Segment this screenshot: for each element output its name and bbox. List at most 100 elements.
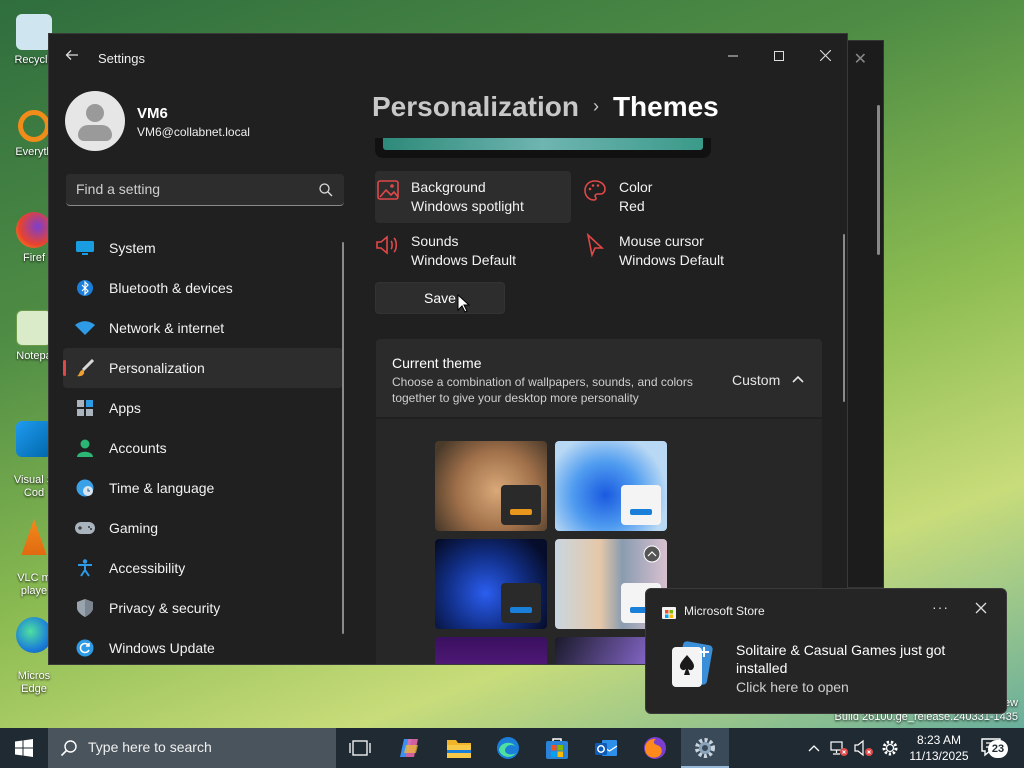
theme-thumbnail-bloom-dark[interactable] bbox=[435, 539, 547, 629]
clock-time: 8:23 AM bbox=[916, 733, 962, 747]
current-theme-expander[interactable]: Current theme Choose a combination of wa… bbox=[376, 339, 822, 417]
maximize-button[interactable] bbox=[756, 40, 802, 72]
sidebar-item-bluetooth[interactable]: Bluetooth & devices bbox=[63, 268, 343, 308]
show-hidden-icons-button[interactable] bbox=[804, 738, 824, 758]
theme-window-preview bbox=[501, 583, 541, 623]
breadcrumb: Personalization › Themes bbox=[372, 91, 719, 123]
palette-icon bbox=[584, 180, 606, 201]
app-title: Settings bbox=[98, 51, 145, 66]
toast-notification[interactable]: Microsoft Store ··· Solitaire & Casual G… bbox=[645, 588, 1007, 714]
taskbar-microsoft-store[interactable] bbox=[533, 728, 581, 768]
taskbar: 8:23 AM 11/13/2025 23 bbox=[0, 728, 1024, 768]
microsoft-store-icon bbox=[662, 607, 676, 619]
taskbar-firefox[interactable] bbox=[631, 728, 679, 768]
tile-value: Windows Default bbox=[619, 252, 725, 268]
sidebar-item-accessibility[interactable]: Accessibility bbox=[63, 548, 343, 588]
save-button[interactable]: Save bbox=[375, 282, 505, 314]
paintbrush-icon bbox=[75, 358, 95, 378]
sidebar-item-windows-update[interactable]: Windows Update bbox=[63, 628, 343, 664]
bluetooth-icon bbox=[75, 278, 95, 298]
sidebar-item-apps[interactable]: Apps bbox=[63, 388, 343, 428]
firefox-icon bbox=[16, 212, 52, 248]
vscode-icon bbox=[16, 421, 52, 457]
task-view-button[interactable] bbox=[336, 728, 384, 768]
sidebar-item-network[interactable]: Network & internet bbox=[63, 308, 343, 348]
scrollbar[interactable] bbox=[877, 105, 880, 255]
sidebar-item-time-language[interactable]: Time & language bbox=[63, 468, 343, 508]
outlook-icon bbox=[595, 740, 618, 756]
more-options-icon[interactable]: ··· bbox=[932, 599, 949, 615]
sidebar-item-system[interactable]: System bbox=[63, 228, 343, 268]
tile-title: Mouse cursor bbox=[619, 233, 704, 249]
main-scrollbar[interactable] bbox=[843, 234, 845, 402]
mouse-cursor-tile[interactable]: Mouse cursor Windows Default bbox=[583, 225, 779, 277]
close-icon bbox=[819, 49, 831, 62]
network-status-button[interactable] bbox=[829, 738, 849, 758]
find-setting-search[interactable] bbox=[66, 174, 344, 206]
gear-icon bbox=[695, 738, 715, 758]
taskbar-outlook[interactable] bbox=[582, 728, 630, 768]
sidebar-item-label: Windows Update bbox=[109, 640, 215, 656]
toast-app-name: Microsoft Store bbox=[684, 604, 765, 618]
start-button[interactable] bbox=[0, 728, 48, 768]
taskbar-edge[interactable] bbox=[484, 728, 532, 768]
accounts-icon bbox=[75, 438, 95, 458]
settings-window: Settings VM6 VM6@collabnet.local System … bbox=[48, 33, 848, 665]
sidebar-item-label: Privacy & security bbox=[109, 600, 221, 616]
sidebar-item-privacy[interactable]: Privacy & security bbox=[63, 588, 343, 628]
solitaire-icon bbox=[672, 641, 713, 687]
wifi-icon bbox=[75, 318, 95, 338]
notepad-icon bbox=[16, 310, 52, 346]
taskbar-search[interactable] bbox=[48, 728, 336, 768]
sidebar-nav: System Bluetooth & devices Network & int… bbox=[63, 228, 343, 664]
theme-thumbnail-bloom-light[interactable] bbox=[555, 441, 667, 531]
theme-preview bbox=[375, 138, 711, 158]
sidebar-item-label: Accessibility bbox=[109, 560, 186, 576]
back-button[interactable] bbox=[61, 48, 83, 68]
recycle-bin-icon bbox=[16, 14, 52, 50]
user-name: VM6 bbox=[137, 105, 168, 122]
taskbar-file-explorer[interactable] bbox=[435, 728, 483, 768]
close-button[interactable] bbox=[802, 40, 847, 72]
chevron-right-icon: › bbox=[592, 96, 599, 116]
sidebar-item-personalization[interactable]: Personalization bbox=[63, 348, 343, 388]
title-bar[interactable]: Settings bbox=[49, 34, 847, 80]
microsoft-store-icon bbox=[546, 738, 568, 759]
sidebar-item-label: Gaming bbox=[109, 520, 159, 536]
folder-icon bbox=[447, 740, 471, 758]
sidebar-item-label: Apps bbox=[109, 400, 141, 416]
taskbar-search-input[interactable] bbox=[88, 739, 318, 755]
taskbar-copilot[interactable] bbox=[386, 728, 434, 768]
tile-value: Windows spotlight bbox=[411, 198, 524, 214]
sidebar-item-label: Time & language bbox=[109, 480, 215, 496]
close-icon[interactable] bbox=[974, 601, 988, 615]
chevron-up-icon[interactable] bbox=[790, 371, 806, 387]
volume-button[interactable] bbox=[854, 738, 874, 758]
minimize-button[interactable] bbox=[710, 40, 756, 72]
settings-tray-button[interactable] bbox=[880, 738, 900, 758]
desktop-icon-label: Micros Edge bbox=[17, 670, 51, 695]
shield-icon bbox=[75, 598, 95, 618]
sidebar-item-label: System bbox=[109, 240, 156, 256]
color-tile[interactable]: Color Red bbox=[583, 171, 779, 223]
sidebar-scrollbar[interactable] bbox=[342, 242, 344, 634]
sidebar-item-accounts[interactable]: Accounts bbox=[63, 428, 343, 468]
close-icon[interactable]: ✕ bbox=[854, 49, 867, 69]
edge-icon bbox=[16, 617, 52, 653]
search-input[interactable] bbox=[76, 181, 306, 197]
apps-icon bbox=[75, 398, 95, 418]
avatar[interactable] bbox=[65, 91, 125, 151]
sidebar-item-gaming[interactable]: Gaming bbox=[63, 508, 343, 548]
theme-thumbnail-cat[interactable] bbox=[435, 441, 547, 531]
theme-thumbnail-glow[interactable] bbox=[435, 637, 547, 664]
edge-icon bbox=[497, 737, 519, 759]
sounds-tile[interactable]: Sounds Windows Default bbox=[375, 225, 571, 277]
clock[interactable]: 8:23 AM 11/13/2025 bbox=[904, 732, 974, 764]
breadcrumb-parent[interactable]: Personalization bbox=[372, 91, 579, 122]
sidebar-item-label: Bluetooth & devices bbox=[109, 280, 233, 296]
taskbar-settings[interactable] bbox=[681, 728, 729, 768]
avatar-head bbox=[86, 104, 104, 122]
system-monitor-icon bbox=[75, 238, 95, 258]
background-tile[interactable]: Background Windows spotlight bbox=[375, 171, 571, 223]
gamepad-icon bbox=[75, 518, 95, 538]
